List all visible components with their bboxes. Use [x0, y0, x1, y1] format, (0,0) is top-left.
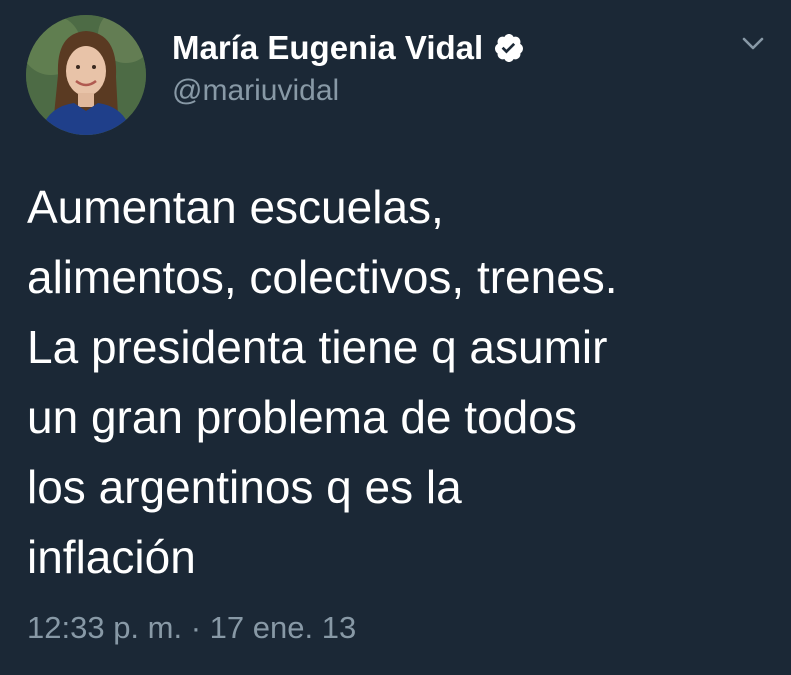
tweet-header: María Eugenia Vidal @mariuvidal: [172, 28, 525, 108]
tweet-date: 17 ene. 13: [209, 610, 357, 645]
display-name[interactable]: María Eugenia Vidal: [172, 29, 483, 67]
name-row: María Eugenia Vidal: [172, 28, 525, 68]
tweet-text: Aumentan escuelas, alimentos, colectivos…: [27, 181, 618, 583]
chevron-down-icon[interactable]: [741, 36, 765, 52]
timestamp-separator: ·: [182, 610, 210, 645]
tweet-card: María Eugenia Vidal @mariuvidal Aumentan…: [0, 0, 791, 675]
avatar-photo: [26, 15, 146, 135]
tweet-timestamp[interactable]: 12:33 p. m. · 17 ene. 13: [27, 610, 356, 646]
avatar[interactable]: [26, 15, 146, 135]
verified-badge-icon: [493, 32, 525, 64]
user-handle[interactable]: @mariuvidal: [172, 74, 525, 108]
tweet-time: 12:33 p. m.: [27, 610, 183, 645]
